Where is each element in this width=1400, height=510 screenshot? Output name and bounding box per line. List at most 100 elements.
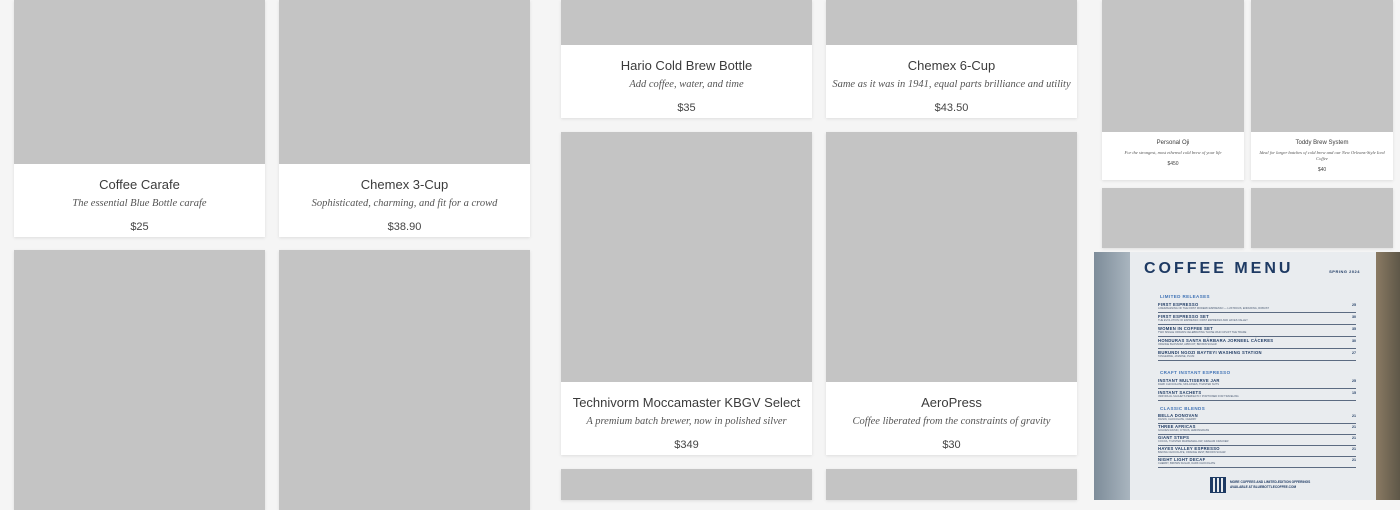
menu-sheet: COFFEE MENU SPRING 2024 LIMITED RELEASES…: [1130, 252, 1376, 500]
product-price: $40: [1317, 167, 1327, 173]
menu-item: NIGHT LIGHT DECAF CHERRY, BROWN SUGAR, D…: [1158, 457, 1356, 468]
menu-item-price: 27: [1352, 351, 1356, 355]
menu-item: GIANT STEPS COCOA, TOASTED MARSHMALLOW, …: [1158, 435, 1356, 446]
menu-item-notes: COCOA, TOASTED MARSHMALLOW, GRAHAM CRACK…: [1158, 440, 1229, 443]
product-image[interactable]: [1251, 188, 1393, 248]
product-image[interactable]: [1102, 188, 1244, 248]
product-image[interactable]: [826, 0, 1077, 45]
menu-footer-line: AVAILABLE AT BLUEBOTTLECOFFEE.COM: [1230, 485, 1297, 489]
menu-item-notes: ORANGE BLOSSOM, APRICOT, BROWN SUGAR: [1158, 343, 1217, 346]
menu-item-notes: TANGERINE, JASMINE, PLUM: [1158, 355, 1195, 358]
product-name[interactable]: Chemex 3-Cup: [279, 177, 530, 192]
menu-item-price: 15: [1352, 391, 1356, 395]
product-price: $43.50: [934, 102, 969, 114]
product-description: For the strongest, most ethereal cold br…: [1124, 150, 1222, 155]
product-card-placeholder[interactable]: [826, 469, 1077, 500]
product-name[interactable]: Hario Cold Brew Bottle: [561, 58, 812, 73]
menu-item-notes: BAKING CHOCOLATE, ORANGE ZEST, BROWN SUG…: [1158, 451, 1226, 454]
product-description: Coffee liberated from the constraints of…: [852, 416, 1051, 427]
coffee-menu-photo[interactable]: COFFEE MENU SPRING 2024 LIMITED RELEASES…: [1094, 252, 1400, 500]
menu-item: INSTANT SACHETS INDIVIDUAL SACHETS PERFE…: [1158, 390, 1356, 401]
product-price: $38.90: [387, 221, 422, 233]
product-name[interactable]: Personal Oji: [1102, 139, 1244, 147]
product-name[interactable]: Toddy Brew System: [1251, 139, 1393, 147]
menu-section-title: CLASSIC BLENDS: [1160, 406, 1206, 411]
menu-item-price: 30: [1352, 315, 1356, 319]
menu-item: THREE AFRICAS GOLDEN RAISIN, CITRUS, LEM…: [1158, 424, 1356, 435]
product-image[interactable]: [826, 469, 1077, 500]
menu-item: HONDURAS SANTA BÁRBARA JORNEEL CÁCERES O…: [1158, 338, 1356, 349]
product-image[interactable]: [1251, 0, 1393, 132]
menu-item: INSTANT MULTISERVE JAR DARK CHOCOLATE, M…: [1158, 378, 1356, 389]
product-price: $349: [674, 439, 699, 451]
product-image[interactable]: [279, 0, 530, 164]
product-name[interactable]: Chemex 6-Cup: [826, 58, 1077, 73]
menu-item-notes: TWO SINGLE ORIGINS CELEBRATING THOSE WHO…: [1158, 331, 1247, 334]
menu-footer: MORE COFFEES AND LIMITED-EDITION OFFERIN…: [1230, 480, 1310, 490]
product-price: $450: [1167, 161, 1179, 167]
product-card-placeholder[interactable]: [561, 469, 812, 500]
product-price: $25: [130, 221, 149, 233]
menu-item: FIRST ESPRESSO A REIMAGINING OF THE FIRS…: [1158, 302, 1356, 313]
menu-item-price: 35: [1352, 327, 1356, 331]
product-image[interactable]: [1102, 0, 1244, 132]
menu-section-title: CRAFT INSTANT ESPRESSO: [1160, 370, 1231, 375]
product-name[interactable]: Coffee Carafe: [14, 177, 265, 192]
product-image[interactable]: [561, 469, 812, 500]
product-description: Sophisticated, charming, and fit for a c…: [311, 198, 498, 209]
product-card-placeholder[interactable]: [1251, 188, 1393, 248]
product-image[interactable]: [14, 0, 265, 164]
menu-item-notes: RAISIN, CHOCOLATE, CHERRY: [1158, 418, 1197, 421]
product-card-toddy[interactable]: Toddy Brew System Ideal for larger batch…: [1251, 0, 1393, 180]
product-image[interactable]: [561, 0, 812, 45]
product-card-aeropress[interactable]: AeroPress Coffee liberated from the cons…: [826, 132, 1077, 455]
product-description: Add coffee, water, and time: [629, 79, 744, 90]
product-image[interactable]: [561, 132, 812, 382]
product-card-coffee-carafe[interactable]: Coffee Carafe The essential Blue Bottle …: [14, 0, 265, 237]
product-description: Ideal for larger batches of cold brew an…: [1259, 150, 1385, 161]
product-card-hario-cold-brew[interactable]: Hario Cold Brew Bottle Add coffee, water…: [561, 0, 812, 118]
menu-item: FIRST ESPRESSO SET THE EVOLUTION OF ESPR…: [1158, 314, 1356, 325]
product-name[interactable]: AeroPress: [826, 395, 1077, 410]
product-description: The essential Blue Bottle carafe: [72, 198, 207, 209]
menu-season: SPRING 2024: [1329, 269, 1360, 274]
menu-item: BURUNDI NGOZI BAYTEYI WASHING STATION TA…: [1158, 350, 1356, 361]
menu-item: WOMEN IN COFFEE SET TWO SINGLE ORIGINS C…: [1158, 326, 1356, 337]
menu-item-price: 21: [1352, 414, 1356, 418]
menu-item-price: 30: [1352, 339, 1356, 343]
menu-item-price: 21: [1352, 447, 1356, 451]
product-name[interactable]: Technivorm Moccamaster KBGV Select: [561, 395, 812, 410]
menu-item-notes: A REIMAGINING OF THE FIRST MODERN ESPRES…: [1158, 307, 1270, 310]
menu-section-title: LIMITED RELEASES: [1160, 294, 1210, 299]
menu-item-notes: THE EVOLUTION OF ESPRESSO: FIRST ESPRESS…: [1158, 319, 1248, 322]
qr-code-icon: [1210, 477, 1226, 493]
menu-item-price: 25: [1352, 379, 1356, 383]
menu-item-price: 25: [1352, 303, 1356, 307]
menu-item-notes: DARK CHOCOLATE, MOLASSES, TOASTED NUTS: [1158, 383, 1219, 386]
product-card-personal-oji[interactable]: Personal Oji For the strongest, most eth…: [1102, 0, 1244, 180]
menu-item: BELLA DONOVAN RAISIN, CHOCOLATE, CHERRY …: [1158, 413, 1356, 424]
menu-title: COFFEE MENU: [1144, 260, 1294, 277]
product-image[interactable]: [279, 250, 530, 510]
photo-background-right: [1376, 252, 1400, 500]
product-card-chemex-6-cup[interactable]: Chemex 6-Cup Same as it was in 1941, equ…: [826, 0, 1077, 118]
product-image[interactable]: [14, 250, 265, 510]
product-image[interactable]: [826, 132, 1077, 382]
product-card-chemex-3-cup[interactable]: Chemex 3-Cup Sophisticated, charming, an…: [279, 0, 530, 237]
menu-item-price: 21: [1352, 425, 1356, 429]
menu-item-notes: CHERRY, BROWN SUGAR, DARK CHOCOLATE: [1158, 462, 1216, 465]
product-price: $35: [677, 102, 696, 114]
product-description: A premium batch brewer, now in polished …: [586, 416, 787, 427]
menu-item-notes: INDIVIDUAL SACHETS PERFECTLY PORTIONED F…: [1158, 395, 1239, 398]
product-card-placeholder[interactable]: [279, 250, 530, 510]
product-card-technivorm[interactable]: Technivorm Moccamaster KBGV Select A pre…: [561, 132, 812, 455]
product-description: Same as it was in 1941, equal parts bril…: [832, 79, 1071, 90]
menu-item-notes: GOLDEN RAISIN, CITRUS, LEMONGRASS: [1158, 429, 1210, 432]
product-card-placeholder[interactable]: [1102, 188, 1244, 248]
photo-background-left: [1094, 252, 1130, 500]
product-card-placeholder[interactable]: [14, 250, 265, 510]
menu-item-price: 21: [1352, 458, 1356, 462]
product-price: $30: [942, 439, 961, 451]
menu-item: HAYES VALLEY ESPRESSO BAKING CHOCOLATE, …: [1158, 446, 1356, 457]
menu-item-price: 21: [1352, 436, 1356, 440]
